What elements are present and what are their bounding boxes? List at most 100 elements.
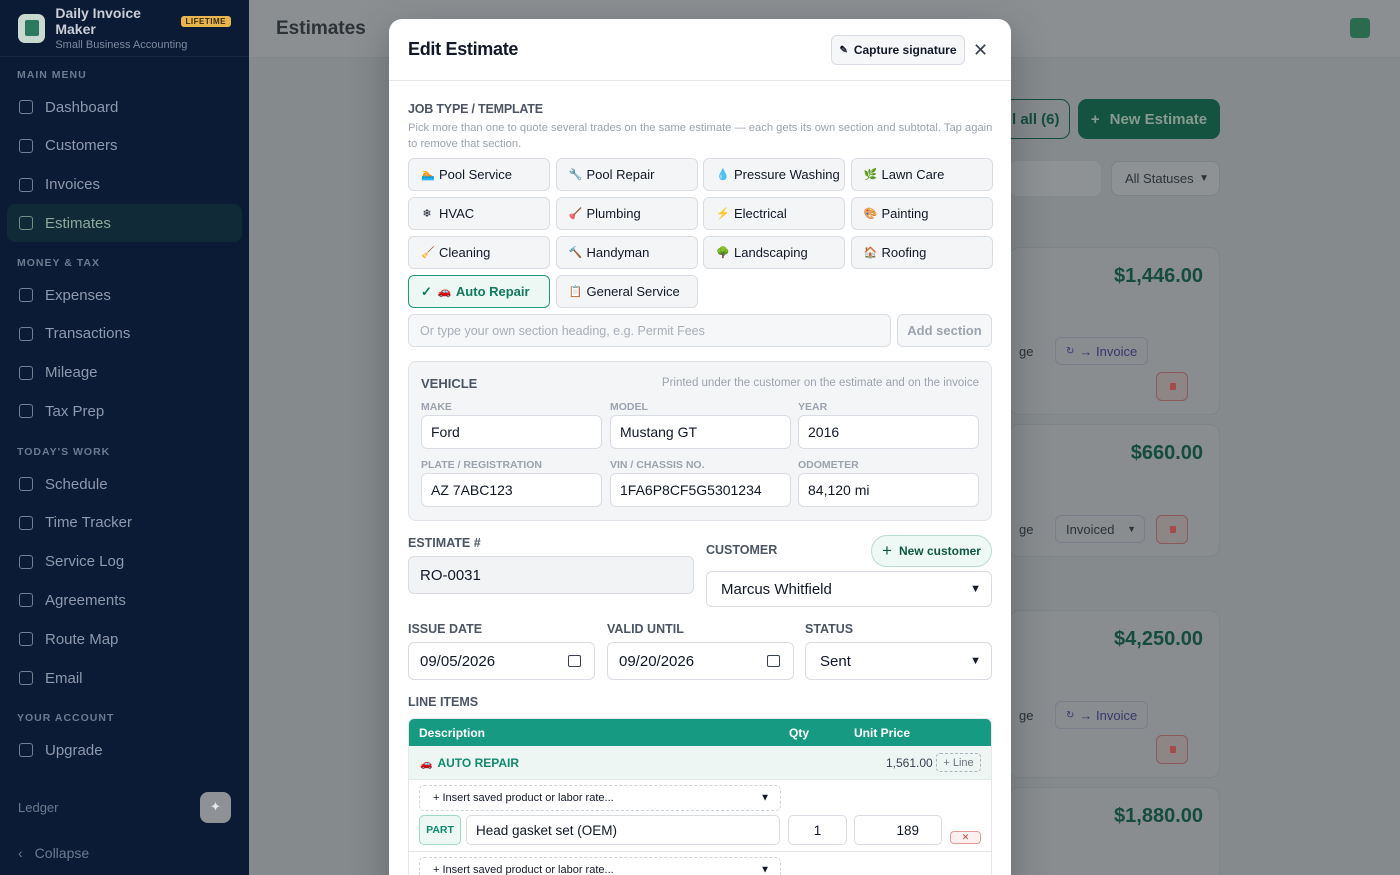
new-estimate-button[interactable]: + New Estimate (1078, 99, 1220, 139)
avatar[interactable] (1350, 18, 1370, 38)
estimate-card[interactable]: $1,446.00 ge ↻ → Invoice (1009, 247, 1220, 415)
job-chip-pool-repair[interactable]: 🔧 Pool Repair (555, 158, 698, 191)
chip-icon: ⚡ (716, 208, 730, 220)
calendar-icon[interactable] (767, 655, 780, 667)
modal-title: Edit Estimate (408, 39, 519, 59)
job-chip-pool-service[interactable]: 🏊 Pool Service (408, 158, 550, 191)
estimate-number-field[interactable]: RO-0031 (408, 556, 694, 594)
convert-invoice-button[interactable]: ↻ → Invoice (1055, 337, 1149, 365)
job-chip-auto-repair[interactable]: ✓ 🚗 Auto Repair (408, 275, 550, 308)
calendar-icon[interactable] (568, 655, 581, 667)
mail-icon (19, 671, 33, 685)
sidebar-item-estimates[interactable]: Estimates (7, 204, 242, 243)
sidebar-item-invoices[interactable]: Invoices (7, 166, 242, 204)
line-type-badge[interactable]: PART (419, 815, 461, 845)
estimate-card[interactable]: $1,880.00 (1009, 787, 1220, 875)
badge-pill: ge (1019, 707, 1034, 723)
status-filter[interactable]: All Statuses ▼ (1111, 161, 1220, 196)
odometer-field[interactable]: 84,120 mi (798, 473, 979, 507)
add-line-button[interactable]: + Line (936, 753, 981, 772)
convert-invoice-button[interactable]: ↻ → Invoice (1055, 701, 1149, 729)
estimate-card[interactable]: $660.00 ge Invoiced ▼ (1009, 424, 1220, 557)
chip-label: Pressure Washing (734, 167, 840, 182)
sidebar-item-tax-prep[interactable]: Tax Prep (7, 392, 242, 430)
plate-label: PLATE / REGISTRATION (421, 459, 542, 471)
job-chip-electrical[interactable]: ⚡ Electrical (703, 197, 845, 230)
sidebar-item-label: Tax Prep (45, 402, 105, 420)
job-chip-cleaning[interactable]: 🧹 Cleaning (408, 236, 550, 269)
sidebar-item-expenses[interactable]: Expenses (7, 276, 242, 314)
sidebar-item-time-tracker[interactable]: Time Tracker (7, 504, 242, 542)
year-field[interactable]: 2016 (798, 415, 979, 449)
new-customer-button[interactable]: + New customer (871, 535, 992, 567)
job-chip-handyman[interactable]: 🔨 Handyman (555, 236, 698, 269)
chip-label: General Service (586, 284, 680, 299)
row-divider (409, 851, 991, 852)
saved-item-select[interactable]: + Insert saved product or labor rate... ▼ (419, 857, 781, 875)
job-chip-roofing[interactable]: 🏠 Roofing (850, 236, 993, 269)
make-field[interactable]: Ford (421, 415, 602, 449)
chip-label: Painting (881, 206, 929, 221)
add-section-button[interactable]: Add section (897, 314, 992, 347)
status-select-value: Invoiced (1066, 521, 1115, 537)
search-input[interactable] (1009, 161, 1101, 196)
sidebar-item-service-log[interactable]: Service Log (7, 543, 242, 581)
status-select[interactable]: Sent ▼ (805, 642, 992, 680)
make-label: MAKE (421, 401, 452, 413)
job-chip-general-service[interactable]: 📋 General Service (555, 275, 698, 308)
job-type-help: Pick more than one to quote several trad… (408, 122, 993, 150)
line-description-field[interactable]: Head gasket set (OEM) (466, 815, 780, 845)
job-chip-painting[interactable]: 🎨 Painting (850, 197, 993, 230)
sidebar-item-agreements[interactable]: Agreements (7, 581, 242, 619)
custom-section-input[interactable]: Or type your own section heading, e.g. P… (408, 314, 891, 347)
valid-until-field[interactable]: 09/20/2026 (607, 642, 794, 680)
sidebar-item-upgrade[interactable]: Upgrade (7, 731, 242, 769)
customer-select[interactable]: Marcus Whitfield ▼ (706, 571, 992, 607)
brand: Daily Invoice Maker LIFETIME Small Busine… (0, 0, 249, 57)
vin-label: VIN / CHASSIS NO. (610, 459, 705, 471)
estimate-card[interactable]: $4,250.00 ge ↻ → Invoice (1009, 610, 1220, 778)
plate-field[interactable]: AZ 7ABC123 (421, 473, 602, 507)
line-price-field[interactable]: 189 (854, 815, 942, 845)
sidebar-item-customers[interactable]: Customers (7, 127, 242, 165)
close-icon[interactable]: ✕ (973, 41, 988, 59)
job-chip-hvac[interactable]: ❄ HVAC (408, 197, 550, 230)
sidebar-item-route-map[interactable]: Route Map (7, 620, 242, 658)
delete-button[interactable] (1156, 735, 1188, 764)
sidebar-item-dashboard[interactable]: Dashboard (7, 88, 242, 126)
status-select[interactable]: Invoiced ▼ (1055, 515, 1145, 543)
model-field[interactable]: Mustang GT (610, 415, 791, 449)
collapse-button[interactable]: ‹ Collapse (18, 845, 89, 861)
sidebar-item-label: Invoices (45, 176, 101, 194)
capture-signature-button[interactable]: ✎ Capture signature (831, 35, 965, 65)
saved-item-select[interactable]: + Insert saved product or labor rate... ▼ (419, 785, 781, 811)
vehicle-note: Printed under the customer on the estima… (661, 377, 979, 389)
line-qty-field[interactable]: 1 (788, 815, 847, 845)
delete-button[interactable] (1156, 515, 1188, 544)
sidebar-item-label: Route Map (45, 630, 119, 648)
sidebar-item-email[interactable]: Email (7, 659, 242, 697)
vin-field[interactable]: 1FA6P8CF5G5301234 (610, 473, 791, 507)
sidebar-item-schedule[interactable]: Schedule (7, 465, 242, 503)
remove-line-icon[interactable]: ✕ (950, 831, 981, 844)
delete-button[interactable] (1156, 372, 1188, 401)
issue-date-field[interactable]: 09/05/2026 (408, 642, 595, 680)
estimate-icon (19, 216, 33, 231)
page-title: Estimates (276, 18, 366, 39)
ai-sparkle-button[interactable]: ✦ (200, 791, 231, 823)
chip-icon: 🔧 (568, 169, 583, 181)
chip-icon: 🎨 (863, 208, 878, 220)
sidebar-item-mileage[interactable]: Mileage (7, 354, 242, 392)
refresh-icon: ↻ (1066, 709, 1075, 721)
odometer-label: ODOMETER (798, 459, 859, 471)
job-chip-landscaping[interactable]: 🌳 Landscaping (703, 236, 845, 269)
badge-pill: ge (1019, 521, 1034, 537)
job-chip-plumbing[interactable]: 🪠 Plumbing (555, 197, 698, 230)
year-label: YEAR (798, 401, 828, 413)
sidebar-item-transactions[interactable]: Transactions (7, 315, 242, 353)
model-label: MODEL (610, 401, 648, 413)
job-chip-pressure-washing[interactable]: 💧 Pressure Washing (703, 158, 845, 191)
modal-header: Edit Estimate ✎ Capture signature ✕ (389, 19, 1011, 81)
sidebar-item-label: Service Log (45, 553, 125, 571)
job-chip-lawn-care[interactable]: 🌿 Lawn Care (850, 158, 993, 191)
